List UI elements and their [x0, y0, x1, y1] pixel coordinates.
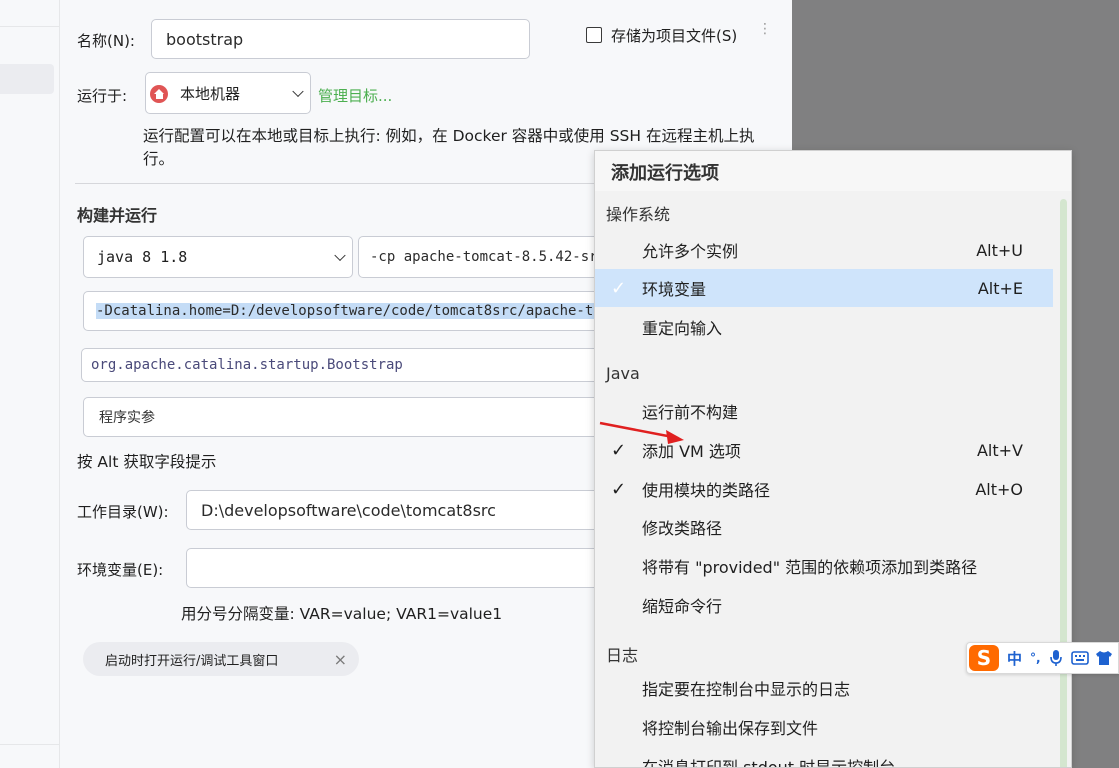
build-and-run-title: 构建并运行	[77, 206, 158, 225]
store-as-project-file-checkbox[interactable]	[586, 27, 602, 43]
menu-item-label: 指定要在控制台中显示的日志	[642, 680, 851, 699]
menu-item[interactable]: 缩短命令行	[595, 586, 1053, 624]
menu-group-header: 操作系统	[606, 205, 671, 224]
ime-language-toggle[interactable]: 中	[1007, 648, 1022, 669]
store-as-project-file-label[interactable]: 存储为项目文件(S)	[611, 25, 737, 46]
manage-targets-link[interactable]: 管理目标...	[318, 85, 392, 106]
name-label: 名称(N):	[77, 32, 135, 50]
menu-item-label: 将带有 "provided" 范围的依赖项添加到类路径	[642, 558, 978, 577]
run-on-label: 运行于:	[77, 87, 128, 105]
menu-group-header: Java	[606, 364, 640, 383]
working-directory-label: 工作目录(W):	[77, 503, 169, 521]
env-vars-label: 环境变量(E):	[77, 561, 164, 579]
name-input[interactable]: bootstrap	[151, 19, 530, 59]
menu-item[interactable]: 允许多个实例 Alt+U	[595, 231, 1053, 269]
chevron-down-icon	[292, 85, 304, 98]
keyboard-icon[interactable]	[1070, 651, 1089, 665]
menu-item-label: 允许多个实例	[642, 242, 739, 261]
menu-item[interactable]: 修改类路径	[595, 508, 1053, 546]
sidebar-divider	[0, 744, 60, 745]
menu-item[interactable]: 指定要在控制台中显示的日志	[595, 669, 1053, 707]
chip-label: 启动时打开运行/调试工具窗口	[105, 653, 279, 669]
popup-title: 添加运行选项	[611, 163, 719, 184]
run-on-select[interactable]: 本地机器	[145, 72, 311, 114]
red-arrow-annotation	[599, 421, 684, 444]
popup-scrollbar[interactable]	[1060, 199, 1067, 767]
menu-item[interactable]: 将带有 "provided" 范围的依赖项添加到类路径	[595, 547, 1053, 585]
menu-item-label: 使用模块的类路径	[642, 481, 771, 500]
env-vars-hint: 用分号分隔变量: VAR=value; VAR1=value1	[181, 605, 503, 623]
skin-icon[interactable]	[1095, 650, 1113, 666]
run-on-value: 本地机器	[180, 84, 241, 103]
menu-item-label: 在消息打印到 stdout 时显示控制台	[642, 758, 896, 768]
chevron-down-icon	[334, 249, 346, 262]
ime-punctuation-toggle[interactable]: °,	[1030, 651, 1041, 665]
menu-item-shortcut: Alt+V	[976, 440, 1023, 460]
menu-item-label: 修改类路径	[642, 519, 723, 538]
open-run-debug-window-chip[interactable]: 启动时打开运行/调试工具窗口 ×	[83, 642, 359, 676]
jdk-select[interactable]: java 8 1.8	[83, 236, 353, 278]
sogou-logo-icon[interactable]: S	[969, 645, 999, 671]
menu-item[interactable]: 将控制台输出保存到文件	[595, 708, 1053, 746]
checkmark-icon: ✓	[611, 478, 627, 500]
left-sidebar	[0, 0, 60, 768]
menu-item-shortcut: Alt+U	[976, 240, 1023, 260]
menu-item-label: 环境变量	[642, 280, 707, 299]
menu-item[interactable]: ✓ 环境变量 Alt+E	[595, 269, 1053, 307]
sidebar-selected-item[interactable]	[0, 64, 54, 94]
checkmark-icon: ✓	[611, 277, 627, 299]
home-icon	[150, 85, 168, 103]
add-run-options-popup: 添加运行选项 操作系统允许多个实例 Alt+U ✓ 环境变量 Alt+E 重定向输入 Jav…	[594, 150, 1072, 768]
menu-group-header: 日志	[606, 646, 639, 665]
menu-item-shortcut: Alt+O	[975, 479, 1023, 499]
jdk-value: java 8 1.8	[97, 248, 188, 266]
menu-item-label: 重定向输入	[642, 319, 723, 338]
microphone-icon[interactable]	[1049, 649, 1063, 667]
menu-item-shortcut: Alt+E	[977, 278, 1023, 298]
menu-item-label: 缩短命令行	[642, 597, 723, 616]
menu-item[interactable]: ✓ 使用模块的类路径 Alt+O	[595, 470, 1053, 508]
ime-toolbar: S 中 °,	[966, 642, 1119, 674]
menu-item[interactable]: 在消息打印到 stdout 时显示控制台	[595, 747, 1053, 768]
more-options-icon[interactable]: ⋮	[758, 22, 772, 36]
sidebar-divider	[0, 26, 60, 27]
close-icon[interactable]: ×	[334, 650, 347, 669]
menu-item[interactable]: 重定向输入	[595, 308, 1053, 346]
menu-item-label: 将控制台输出保存到文件	[642, 719, 819, 738]
alt-hint-text: 按 Alt 获取字段提示	[77, 453, 217, 471]
